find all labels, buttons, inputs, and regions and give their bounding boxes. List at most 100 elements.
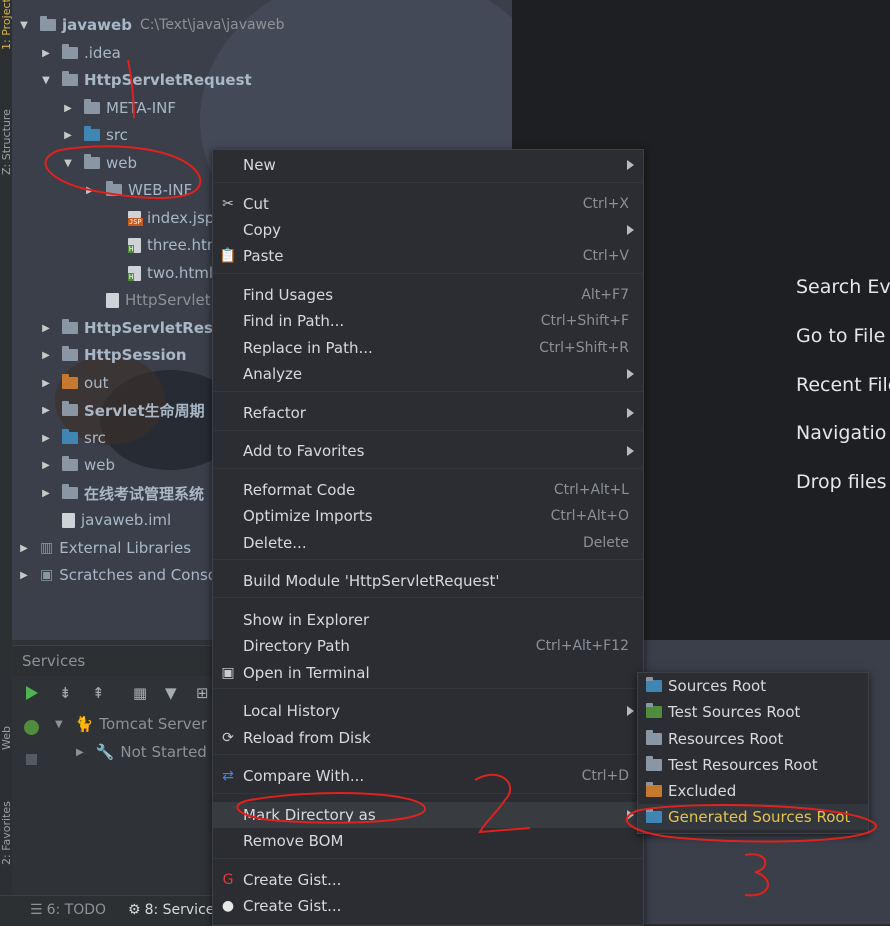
tree-item[interactable]: Hthree.html <box>106 232 226 258</box>
chevron-down-icon: ▼ <box>42 74 50 86</box>
menu-item-label: Replace in Path... <box>243 339 373 357</box>
submenu-item[interactable]: Test Sources Root <box>638 699 868 725</box>
menu-item-shortcut: Ctrl+Alt+L <box>553 482 629 498</box>
tree-item[interactable]: ▶ WEB-INF <box>84 177 192 203</box>
submenu-item[interactable]: Resources Root <box>638 726 868 752</box>
menu-item[interactable]: Mark Directory as <box>213 802 643 828</box>
tree-item[interactable]: ▶ .idea <box>40 40 121 66</box>
submenu-item[interactable]: Test Resources Root <box>638 752 868 778</box>
submenu-item[interactable]: Sources Root <box>638 673 868 699</box>
menu-item[interactable]: Refactor <box>213 400 643 426</box>
menu-item[interactable]: Remove BOM <box>213 828 643 854</box>
menu-item-label: Copy <box>243 221 282 239</box>
expand-all-icon[interactable]: ⇟ <box>59 684 72 702</box>
chevron-down-icon: ▼ <box>20 19 28 31</box>
tomcat-server-row[interactable]: ▼ 🐈 Tomcat Server <box>55 715 207 733</box>
menu-separator <box>213 182 643 183</box>
menu-item-label: Reload from Disk <box>243 729 371 747</box>
add-service-icon[interactable]: ⊞ <box>196 684 209 702</box>
github-icon: ● <box>221 898 235 914</box>
folder-icon <box>646 808 662 823</box>
services-stop-icon[interactable] <box>26 754 37 765</box>
services-run-icon[interactable] <box>26 686 38 700</box>
menu-item[interactable]: Add to Favorites <box>213 438 643 464</box>
folder-icon <box>646 677 662 692</box>
tree-item[interactable]: ▶ web <box>40 452 115 478</box>
tree-item-label: Scratches and Conso <box>59 566 217 584</box>
menu-item[interactable]: ⇄ Compare With... Ctrl+D <box>213 763 643 789</box>
menu-separator <box>213 391 643 392</box>
folder-icon <box>62 374 78 389</box>
tree-item[interactable]: ▶ src <box>40 425 106 451</box>
menu-item[interactable]: Build Module 'HttpServletRequest' <box>213 568 643 594</box>
menu-item[interactable]: Find in Path... Ctrl+Shift+F <box>213 308 643 334</box>
menu-separator <box>213 597 643 598</box>
tree-item-label: META-INF <box>106 99 177 117</box>
menu-item[interactable]: New <box>213 152 643 178</box>
menu-item[interactable]: Analyze <box>213 361 643 387</box>
tree-item[interactable]: Htwo.html <box>106 260 213 286</box>
tree-item[interactable]: ▶ Servlet生命周期 <box>40 397 205 423</box>
submenu-item[interactable]: Generated Sources Root <box>638 804 868 830</box>
submenu-item-label: Test Resources Root <box>668 756 818 774</box>
tree-item[interactable]: ▶ src <box>62 122 128 148</box>
tree-item[interactable]: ▶ 在线考试管理系统 <box>40 480 204 506</box>
menu-item-label: Add to Favorites <box>243 442 365 460</box>
folder-icon <box>40 16 56 31</box>
menu-item[interactable]: ● Create Gist... <box>213 893 643 919</box>
tree-item[interactable]: HttpServletRe <box>84 287 230 313</box>
project-side-tab[interactable]: 1: Project <box>0 0 13 50</box>
tree-item-label: HttpServletRequest <box>84 71 252 89</box>
menu-item[interactable]: Show in Explorer <box>213 607 643 633</box>
menu-item-label: Remove BOM <box>243 832 344 850</box>
folder-icon <box>106 181 122 196</box>
menu-item[interactable]: Optimize Imports Ctrl+Alt+O <box>213 503 643 529</box>
web-side-tab[interactable]: Web <box>0 710 13 750</box>
menu-separator <box>213 430 643 431</box>
not-started-label: Not Started <box>120 743 207 761</box>
submenu-item[interactable]: Excluded <box>638 778 868 804</box>
tree-item[interactable]: ▼ HttpServletRequest <box>40 67 252 93</box>
menu-item-label: Find Usages <box>243 286 334 304</box>
tree-item[interactable]: ▶ HttpSession <box>40 342 187 368</box>
menu-item[interactable]: ⟳ Reload from Disk <box>213 725 643 751</box>
terminal-icon: ▣ <box>221 665 235 681</box>
menu-item[interactable]: ✂ Cut Ctrl+X <box>213 191 643 217</box>
menu-item[interactable]: ▣ Open in Terminal <box>213 660 643 686</box>
reload-icon: ⟳ <box>222 730 234 746</box>
filter-icon[interactable]: ▼ <box>165 684 177 702</box>
tree-item-label: out <box>84 374 109 392</box>
tree-item[interactable]: JSP index.jsp <box>106 205 214 231</box>
group-icon[interactable]: ▦ <box>133 684 147 702</box>
tomcat-icon: 🐈 <box>74 715 94 733</box>
folder-icon <box>646 782 662 797</box>
menu-item[interactable]: Find Usages Alt+F7 <box>213 282 643 308</box>
tree-item[interactable]: ▼ web <box>62 150 137 176</box>
menu-item-label: Paste <box>243 247 284 265</box>
tree-root-javaweb[interactable]: ▼ javaweb C:\Text\java\javaweb <box>18 12 285 38</box>
tree-item-label: WEB-INF <box>128 181 193 199</box>
menu-item[interactable]: Directory Path Ctrl+Alt+F12 <box>213 633 643 659</box>
todo-tab[interactable]: ☰ 6: TODO <box>30 902 106 918</box>
services-tab[interactable]: ⚙ 8: Services <box>128 902 222 918</box>
menu-item[interactable]: Replace in Path... Ctrl+Shift+R <box>213 335 643 361</box>
menu-item[interactable]: 📋 Paste Ctrl+V <box>213 243 643 269</box>
tree-item[interactable]: ▶ out <box>40 370 109 396</box>
collapse-all-icon[interactable]: ⇞ <box>92 684 105 702</box>
tree-item[interactable]: ▶ ▥ External Libraries <box>18 535 191 561</box>
tree-item[interactable]: ▶ META-INF <box>62 95 176 121</box>
menu-item[interactable]: Delete... Delete <box>213 530 643 556</box>
structure-side-tab[interactable]: Z: Structure <box>0 95 13 175</box>
tree-item[interactable]: ▶ ▣ Scratches and Conso <box>18 562 217 588</box>
tree-item[interactable]: javaweb.iml <box>40 507 171 533</box>
wrench-icon: 🔧 <box>95 743 115 761</box>
favorites-side-tab[interactable]: 2: Favorites <box>0 790 13 865</box>
compare-icon: ⇄ <box>222 768 234 784</box>
tree-item[interactable]: ▶ HttpServletRespo <box>40 315 234 341</box>
menu-item[interactable]: Reformat Code Ctrl+Alt+L <box>213 477 643 503</box>
services-debug-icon[interactable] <box>24 720 39 735</box>
menu-item[interactable]: G Create Gist... <box>213 867 643 893</box>
not-started-row[interactable]: ▶ 🔧 Not Started <box>76 743 207 761</box>
menu-item[interactable]: Copy <box>213 217 643 243</box>
menu-item[interactable]: Local History <box>213 698 643 724</box>
